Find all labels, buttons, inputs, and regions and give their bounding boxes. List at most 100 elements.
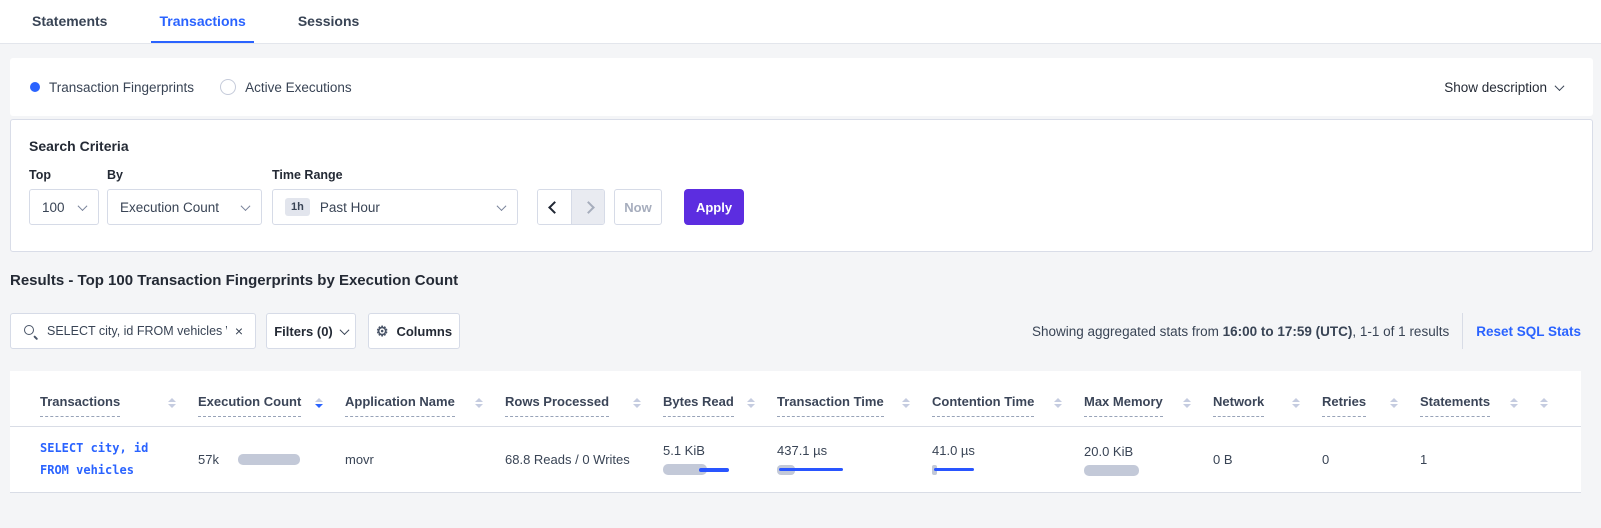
- cell-contention-time: 41.0 µs: [932, 443, 1084, 476]
- cell-execution-count: 57k: [198, 452, 345, 467]
- fingerprint-search-box[interactable]: ×: [10, 313, 256, 349]
- chevron-right-icon: [582, 201, 595, 214]
- column-header-rows-processed[interactable]: Rows Processed: [505, 394, 663, 417]
- radio-active-executions[interactable]: Active Executions: [220, 79, 352, 95]
- table-header-row: Transactions Execution Count Application…: [10, 371, 1581, 427]
- column-header-transaction-time[interactable]: Transaction Time: [777, 394, 932, 417]
- column-header-contention-time[interactable]: Contention Time: [932, 394, 1084, 417]
- tab-sessions[interactable]: Sessions: [290, 13, 367, 43]
- search-criteria-title: Search Criteria: [29, 138, 1574, 154]
- table-row[interactable]: SELECT city, id FROM vehicles 57k movr 6…: [10, 427, 1581, 493]
- transactions-table: Transactions Execution Count Application…: [10, 371, 1581, 493]
- sort-icon[interactable]: [633, 398, 641, 413]
- column-header-max-memory[interactable]: Max Memory: [1084, 394, 1213, 417]
- by-field: By Execution Count: [107, 168, 262, 225]
- sort-icon[interactable]: [902, 398, 910, 413]
- apply-button[interactable]: Apply: [684, 189, 744, 225]
- time-range-field: Time Range 1h Past Hour: [272, 168, 518, 225]
- time-range-value: Past Hour: [320, 200, 380, 215]
- time-nav-group: [537, 189, 605, 225]
- transaction-fingerprint-link[interactable]: SELECT city, id FROM vehicles: [40, 438, 198, 481]
- show-description-label: Show description: [1444, 80, 1547, 95]
- by-select[interactable]: Execution Count: [107, 189, 262, 225]
- stats-summary: Showing aggregated stats from 16:00 to 1…: [1032, 324, 1449, 339]
- clear-search-icon[interactable]: ×: [233, 322, 245, 340]
- search-criteria-form: Top 100 By Execution Count Time Range 1h…: [29, 168, 1574, 225]
- radio-transaction-fingerprints[interactable]: Transaction Fingerprints: [30, 80, 194, 95]
- sort-icon[interactable]: [168, 398, 176, 413]
- column-header-bytes-read[interactable]: Bytes Read: [663, 394, 777, 417]
- previous-time-button[interactable]: [538, 190, 571, 224]
- top-select[interactable]: 100: [29, 189, 99, 225]
- search-icon: [23, 324, 38, 339]
- by-label: By: [107, 168, 262, 182]
- radio-label-transaction-fingerprints: Transaction Fingerprints: [49, 80, 194, 95]
- tab-statements[interactable]: Statements: [24, 13, 115, 43]
- max-memory-bar: [1084, 465, 1139, 476]
- column-header-execution-count[interactable]: Execution Count: [198, 394, 345, 417]
- sort-icon[interactable]: [1054, 398, 1062, 413]
- sort-icon[interactable]: [1540, 398, 1548, 413]
- column-header-application-name[interactable]: Application Name: [345, 394, 505, 417]
- cell-network: 0 B: [1213, 452, 1322, 467]
- filters-button[interactable]: Filters (0): [266, 313, 356, 349]
- cell-transaction-time: 437.1 µs: [777, 443, 932, 476]
- stats-suffix: , 1-1 of 1 results: [1352, 324, 1449, 339]
- chevron-down-icon: [241, 201, 251, 211]
- cell-bytes-read: 5.1 KiB: [663, 443, 777, 476]
- stats-prefix: Showing aggregated stats from: [1032, 324, 1223, 339]
- chevron-left-icon: [548, 201, 561, 214]
- divider: [1462, 313, 1463, 349]
- radio-unselected-icon: [220, 79, 236, 95]
- radio-selected-icon: [30, 82, 40, 92]
- top-select-value: 100: [42, 200, 65, 215]
- tab-transactions[interactable]: Transactions: [151, 13, 253, 43]
- column-header-transactions[interactable]: Transactions: [40, 394, 198, 417]
- chevron-down-icon: [78, 201, 88, 211]
- by-select-value: Execution Count: [120, 200, 219, 215]
- results-controls: × Filters (0) ⚙ Columns Showing aggregat…: [10, 313, 1581, 349]
- reset-sql-stats-link[interactable]: Reset SQL Stats: [1476, 324, 1581, 339]
- top-label: Top: [29, 168, 99, 182]
- column-header-statements[interactable]: Statements: [1420, 394, 1540, 417]
- time-range-badge: 1h: [285, 198, 310, 216]
- now-button[interactable]: Now: [614, 189, 662, 225]
- page-tabs: Statements Transactions Sessions: [0, 0, 1601, 44]
- gear-icon: ⚙: [376, 324, 389, 338]
- show-description-toggle[interactable]: Show description: [1444, 80, 1563, 95]
- time-range-label: Time Range: [272, 168, 518, 182]
- search-input[interactable]: [47, 324, 227, 338]
- sort-desc-icon[interactable]: [315, 398, 323, 413]
- top-field: Top 100: [29, 168, 99, 225]
- sort-icon[interactable]: [1183, 398, 1191, 413]
- sort-icon[interactable]: [475, 398, 483, 413]
- results-heading: Results - Top 100 Transaction Fingerprin…: [10, 272, 1601, 289]
- cell-rows-processed: 68.8 Reads / 0 Writes: [505, 452, 663, 467]
- columns-button[interactable]: ⚙ Columns: [368, 313, 460, 349]
- cell-application-name: movr: [345, 452, 505, 467]
- chevron-down-icon: [497, 201, 507, 211]
- cell-transactions: SELECT city, id FROM vehicles: [40, 438, 198, 481]
- chevron-down-icon: [1555, 81, 1565, 91]
- time-range-select[interactable]: 1h Past Hour: [272, 189, 518, 225]
- column-header-truncated[interactable]: [1540, 398, 1580, 413]
- radio-label-active-executions: Active Executions: [245, 80, 352, 95]
- column-header-network[interactable]: Network: [1213, 394, 1322, 417]
- execution-count-bar: [238, 454, 300, 465]
- sort-icon[interactable]: [1292, 398, 1300, 413]
- next-time-button[interactable]: [571, 190, 604, 224]
- sort-icon[interactable]: [747, 398, 755, 413]
- cell-statements: 1: [1420, 452, 1540, 467]
- transaction-time-bar: [777, 464, 932, 476]
- bytes-read-bar: [663, 464, 777, 476]
- cell-retries: 0: [1322, 452, 1420, 467]
- columns-button-label: Columns: [396, 324, 452, 339]
- contention-time-bar: [932, 464, 1084, 476]
- column-header-retries[interactable]: Retries: [1322, 394, 1420, 417]
- sort-icon[interactable]: [1510, 398, 1518, 413]
- stats-range: 16:00 to 17:59 (UTC): [1223, 324, 1353, 339]
- cell-max-memory: 20.0 KiB: [1084, 444, 1213, 476]
- chevron-down-icon: [339, 325, 349, 335]
- sort-icon[interactable]: [1390, 398, 1398, 413]
- search-criteria-panel: Search Criteria Top 100 By Execution Cou…: [10, 119, 1593, 252]
